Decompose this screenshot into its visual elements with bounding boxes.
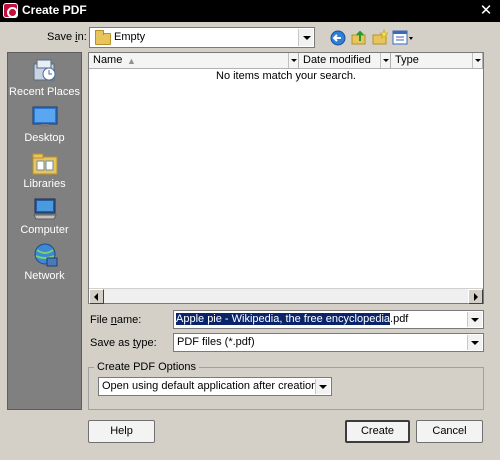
save-in-dropdown[interactable]: Empty [89,27,315,48]
empty-message: No items match your search. [216,70,356,82]
column-header-label: Date modified [303,54,371,66]
create-button[interactable]: Create [345,420,410,443]
view-menu-icon[interactable] [392,30,414,46]
file-name-label: File name: [90,314,141,326]
computer-icon [31,196,59,222]
place-network[interactable]: Network [8,242,81,282]
desktop-icon [31,104,59,130]
window-title: Create PDF [22,3,87,17]
save-in-value: Empty [114,31,146,43]
help-button[interactable]: Help [88,420,155,443]
network-icon [31,242,59,268]
chevron-down-icon[interactable] [467,335,482,350]
file-name-selected-text: Apple pie - Wikipedia, the free encyclop… [176,313,391,325]
close-icon[interactable]: ✕ [476,2,496,20]
save-as-type-label-prefix: Save as [90,337,133,349]
scroll-left-icon[interactable] [89,289,104,304]
sort-up-icon: ▲ [127,56,136,66]
chevron-down-icon[interactable] [467,312,482,327]
file-list[interactable]: Name ▲ Date modified Type No items match… [88,52,484,304]
recent-places-icon [31,58,59,84]
group-title: Create PDF Options [94,361,200,373]
save-in-label-prefix: Save [47,31,76,43]
save-as-type-dropdown[interactable]: PDF files (*.pdf) [173,333,484,352]
place-label: Computer [20,224,69,236]
chevron-down-icon[interactable] [288,53,298,68]
file-name-label-prefix: File [90,314,111,326]
file-name-input[interactable]: Apple pie - Wikipedia, the free encyclop… [173,310,484,329]
save-as-type-label-suffix: ype: [135,337,157,349]
file-name-label-suffix: ame: [116,314,142,326]
pdf-options-dropdown[interactable]: Open using default application after cre… [98,377,332,396]
app-icon [3,3,18,18]
place-label: Libraries [23,178,66,190]
chevron-down-icon[interactable] [472,53,482,68]
chevron-down-icon[interactable] [315,379,330,394]
file-name-extension: .pdf [390,313,409,325]
column-header-label: Name [93,54,123,66]
scroll-right-icon[interactable] [468,289,483,304]
file-name-value: Apple pie - Wikipedia, the free encyclop… [176,313,408,325]
title-bar: Create PDF ✕ [0,0,500,22]
places-sidebar: Recent Places Desktop Libraries Computer… [7,52,82,410]
up-folder-icon[interactable] [351,29,367,45]
pdf-options-value: Open using default application after cre… [102,380,318,392]
place-recent-places[interactable]: Recent Places [8,58,81,98]
save-in-label: Save in: [47,31,87,43]
column-header-name[interactable]: Name ▲ [89,53,299,69]
folder-icon [95,30,111,45]
new-folder-icon[interactable] [372,29,389,45]
save-as-type-value: PDF files (*.pdf) [177,336,255,348]
back-icon[interactable] [330,30,346,46]
column-header-type[interactable]: Type [391,53,483,69]
place-label: Desktop [24,132,65,144]
save-as-type-label: Save as type: [90,337,157,349]
place-label: Recent Places [9,86,80,98]
horizontal-scrollbar[interactable] [89,288,483,304]
cancel-button[interactable]: Cancel [416,420,483,443]
save-in-label-suffix: n: [77,31,87,43]
chevron-down-icon[interactable] [298,29,313,46]
libraries-icon [31,150,59,176]
place-label: Network [24,270,65,282]
chevron-down-icon[interactable] [380,53,390,68]
place-computer[interactable]: Computer [8,196,81,236]
column-header-date[interactable]: Date modified [299,53,391,69]
place-libraries[interactable]: Libraries [8,150,81,190]
column-header-label: Type [395,54,419,66]
place-desktop[interactable]: Desktop [8,104,81,144]
